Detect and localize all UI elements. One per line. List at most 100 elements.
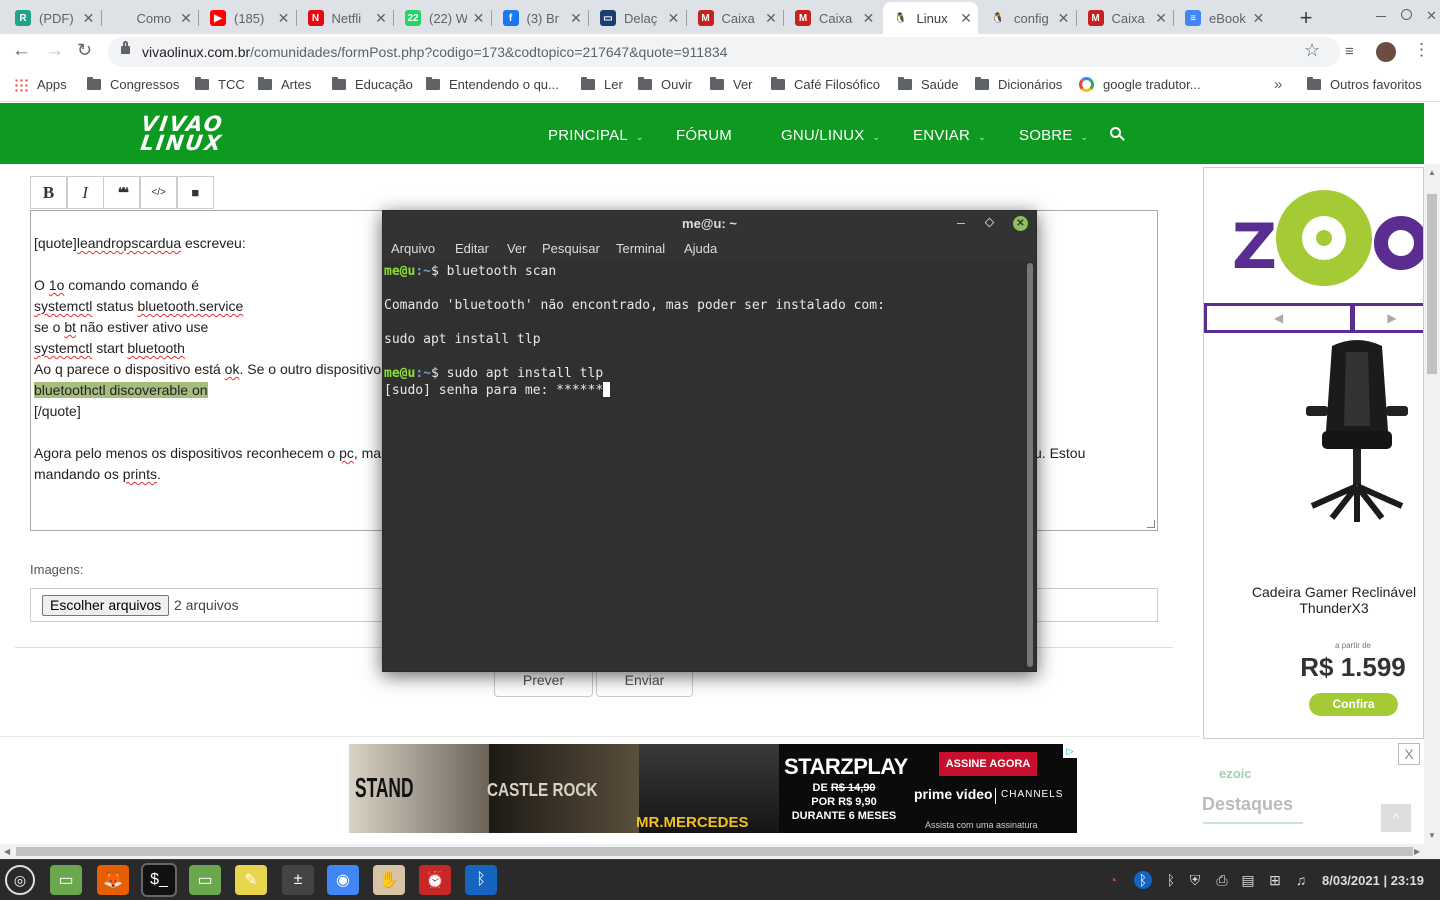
sidebar-ad[interactable]: Z ◀ ▶ Cadeira Gamer Reclinável ThunderX3… [1203, 167, 1424, 739]
quote-button[interactable]: ❝❝ [103, 176, 141, 209]
tab-close-icon[interactable]: ✕ [1052, 10, 1076, 27]
terminal-menu-item[interactable]: Ver [507, 241, 527, 256]
browser-tab[interactable]: R (PDF) ✕ [5, 2, 101, 34]
bookmarks-overflow-icon[interactable]: » [1274, 76, 1282, 93]
browser-tab[interactable]: M Caixa ✕ [688, 2, 784, 34]
reading-list-icon[interactable]: ≡ [1345, 43, 1354, 60]
taskbar-clock[interactable]: 8/03/2021 | 23:19 [1322, 873, 1424, 888]
browser-tab[interactable]: M Caixa ✕ [1078, 2, 1174, 34]
scroll-left-icon[interactable]: ◀ [4, 847, 10, 856]
ad-cta-button[interactable]: Confira [1309, 693, 1398, 716]
timer-icon[interactable]: ◔ [1104, 871, 1122, 889]
scrollbar-thumb[interactable] [16, 847, 1413, 856]
address-bar[interactable]: vivaolinux.com.br/comunidades/formPost.p… [108, 37, 1340, 67]
window-close-icon[interactable]: ✕ [1426, 8, 1437, 24]
bookmark-star-icon[interactable]: ☆ [1304, 40, 1320, 61]
choose-files-button[interactable]: Escolher arquivos [42, 595, 170, 616]
bluetooth-icon[interactable]: ᛒ [1162, 871, 1180, 889]
tab-close-icon[interactable]: ✕ [857, 10, 881, 27]
bluetooth-app-icon[interactable]: ᛒ [465, 865, 497, 895]
browser-tab[interactable]: f (3) Br ✕ [493, 2, 589, 34]
notes-icon[interactable]: ✎ [235, 865, 267, 895]
forward-icon[interactable]: → [45, 40, 64, 62]
resize-handle-icon[interactable] [1147, 520, 1155, 528]
terminal-menu-item[interactable]: Editar [455, 241, 489, 256]
printer-icon[interactable]: ⎙ [1213, 871, 1231, 889]
browser-tab[interactable]: Como ✕ [103, 2, 199, 34]
window-minimize-icon[interactable] [1376, 16, 1386, 17]
bookmark-item[interactable]: Ouvir [638, 77, 692, 92]
bookmark-item[interactable]: Dicionários [975, 77, 1062, 92]
tab-close-icon[interactable]: ✕ [77, 10, 101, 27]
bookmark-item[interactable]: Artes [258, 77, 311, 92]
nav-item[interactable]: FÓRUM [676, 127, 732, 144]
video-button[interactable]: ■ [176, 176, 214, 209]
terminal-menu-item[interactable]: Terminal [616, 241, 665, 256]
terminal-output[interactable]: me@u:~$ bluetooth scan Comando 'bluetoot… [383, 261, 1036, 671]
terminal-icon[interactable]: $_ [141, 863, 177, 897]
chrome-menu-icon[interactable]: ⋮ [1413, 40, 1430, 60]
terminal-menu-item[interactable]: Ajuda [684, 241, 717, 256]
bookmark-item[interactable]: Café Filosófico [771, 77, 880, 92]
site-logo[interactable]: VIVAO LINUX [137, 112, 226, 155]
tab-close-icon[interactable]: ✕ [1247, 10, 1271, 27]
back-to-top-button[interactable]: ^ [1381, 804, 1411, 832]
terminal-menu-item[interactable]: Arquivo [391, 241, 435, 256]
browser-tab[interactable]: 🐧 config ✕ [980, 2, 1076, 34]
tab-close-icon[interactable]: ✕ [174, 10, 198, 27]
bookmark-item[interactable]: Ver [710, 77, 753, 92]
code-button[interactable]: </> [140, 176, 178, 209]
ad-next-button[interactable]: ▶ [1352, 303, 1423, 333]
firefox-icon[interactable]: 🦊 [97, 865, 129, 895]
italic-button[interactable]: I [66, 176, 104, 209]
bookmark-item[interactable]: google tradutor... [1079, 77, 1201, 92]
hand-icon[interactable]: ✋ [373, 865, 405, 895]
tab-close-icon[interactable]: ✕ [272, 10, 296, 27]
ad-close-button[interactable]: X [1398, 743, 1420, 765]
scroll-right-icon[interactable]: ▶ [1414, 847, 1420, 856]
bookmark-item[interactable]: Saúde [898, 77, 959, 92]
terminal-window[interactable]: me@u: ~ ✕ Arquivo Editar Ver Pesquisar Termi… [382, 210, 1037, 672]
other-bookmarks[interactable]: Outros favoritos [1307, 77, 1422, 92]
browser-tab[interactable]: ▶ (185) ✕ [200, 2, 296, 34]
terminal-scrollbar[interactable] [1027, 263, 1033, 667]
bottom-ad-banner[interactable]: STAND CASTLE ROCK MR.MERCEDES STARZPLAY … [349, 744, 1077, 833]
scroll-down-icon[interactable]: ▼ [1428, 831, 1436, 840]
window-restore-icon[interactable] [1401, 9, 1412, 20]
clipboard-icon[interactable]: ▤ [1239, 871, 1257, 889]
tab-close-icon[interactable]: ✕ [1149, 10, 1173, 27]
page-vertical-scrollbar[interactable]: ▲ ▼ [1424, 164, 1440, 844]
clock-icon[interactable]: ⏰ [419, 865, 451, 895]
bookmark-item[interactable]: Entendendo o qu... [426, 77, 559, 92]
reload-icon[interactable]: ↻ [77, 40, 92, 61]
browser-tab[interactable]: 🐧 Linux ✕ [882, 2, 978, 34]
terminal-minimize-icon[interactable] [957, 223, 965, 224]
network-icon[interactable]: ⊞ [1266, 871, 1284, 889]
files-green-icon[interactable]: ▭ [50, 865, 82, 895]
files-icon[interactable]: ▭ [189, 865, 221, 895]
ad-prev-button[interactable]: ◀ [1204, 303, 1353, 333]
page-horizontal-scrollbar[interactable]: ◀ ▶ [0, 844, 1440, 859]
bookmark-item[interactable]: Congressos [87, 77, 179, 92]
nav-item[interactable]: ENVIAR ⌄ [913, 127, 986, 144]
search-icon[interactable] [1110, 127, 1125, 141]
nav-item[interactable]: SOBRE ⌄ [1019, 127, 1088, 144]
ad-info-icon[interactable]: ▷ [1063, 744, 1077, 758]
back-icon[interactable]: ← [12, 40, 31, 62]
ad-subscribe-button[interactable]: ASSINE AGORA [939, 752, 1037, 776]
mint-menu-icon[interactable]: ◎ [5, 865, 35, 895]
chrome-icon[interactable]: ◉ [327, 865, 359, 895]
shield-icon[interactable]: ⛨ [1186, 871, 1204, 889]
new-tab-button[interactable]: + [1296, 5, 1316, 31]
bookmark-item[interactable]: Apps [14, 77, 67, 92]
music-icon[interactable]: ♫ [1292, 871, 1310, 889]
bookmark-item[interactable]: TCC [195, 77, 245, 92]
browser-tab[interactable]: N Netfli ✕ [298, 2, 394, 34]
tab-close-icon[interactable]: ✕ [954, 10, 978, 27]
browser-tab[interactable]: ≡ eBook ✕ [1175, 2, 1271, 34]
terminal-close-icon[interactable]: ✕ [1013, 216, 1028, 231]
calculator-icon[interactable]: ± [282, 865, 314, 895]
browser-tab[interactable]: 22 (22) W ✕ [395, 2, 491, 34]
scroll-up-icon[interactable]: ▲ [1428, 168, 1436, 177]
bookmark-item[interactable]: Educação [332, 77, 413, 92]
